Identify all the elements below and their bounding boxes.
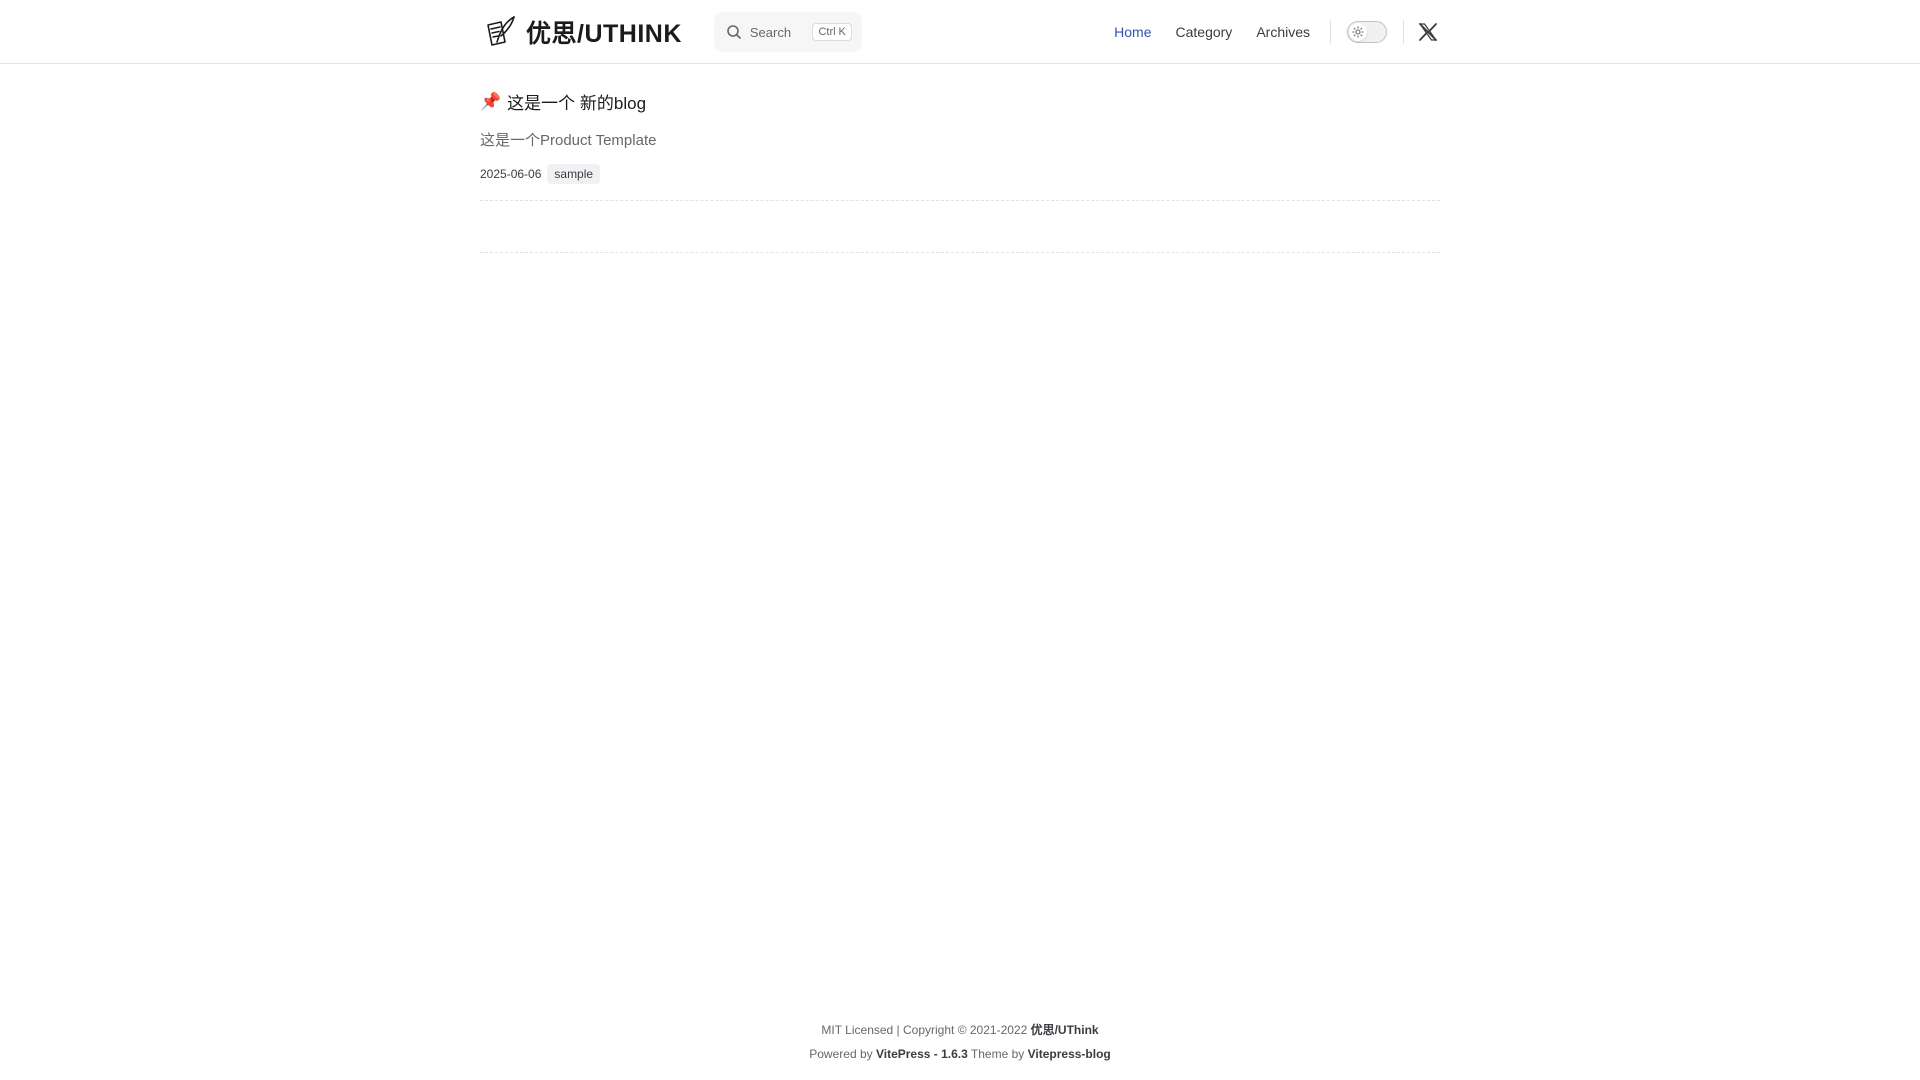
shortcut-key-ctrl: Ctrl	[818, 26, 836, 38]
post-tag[interactable]: sample	[547, 164, 601, 184]
top-nav: 优思/UTHINK Search Ctrl K Home Category Ar…	[0, 0, 1920, 64]
x-twitter-icon	[1418, 23, 1438, 41]
post-meta: 2025-06-06 sample	[480, 164, 1440, 184]
nav-divider-social	[1403, 20, 1404, 44]
shortcut-key-k: K	[838, 26, 846, 38]
toggle-knob	[1349, 23, 1367, 41]
search-label: Search	[749, 24, 792, 40]
post-title-link[interactable]: 📌 这是一个 新的blog	[480, 89, 1440, 114]
nav-link-archives[interactable]: Archives	[1244, 0, 1322, 64]
quill-paper-icon	[482, 14, 518, 50]
post-item: 📌 这是一个 新的blog 这是一个Product Template 2025-…	[480, 64, 1440, 201]
pin-icon: 📌	[480, 92, 502, 111]
sun-icon	[1352, 26, 1364, 38]
nav-menu: Home Category Archives	[1102, 0, 1322, 64]
footer-powered: Powered by VitePress - 1.6.3 Theme by Vi…	[0, 1042, 1920, 1066]
theme-toggle[interactable]	[1347, 21, 1387, 43]
site-footer: MIT Licensed | Copyright © 2021-2022 优思/…	[0, 1018, 1920, 1066]
footer-site-name: 优思/UThink	[1030, 1023, 1099, 1037]
search-button[interactable]: Search Ctrl K	[713, 12, 862, 52]
nav-link-home[interactable]: Home	[1102, 0, 1163, 64]
footer-theme-link[interactable]: Vitepress-blog	[1028, 1047, 1111, 1061]
post-description: 这是一个Product Template	[480, 132, 657, 149]
footer-vitepress-link[interactable]: VitePress - 1.6.3	[876, 1047, 968, 1061]
footer-copyright: MIT Licensed | Copyright © 2021-2022 优思/…	[0, 1018, 1920, 1042]
x-twitter-link[interactable]	[1416, 20, 1440, 44]
site-title: 优思/UTHINK	[526, 20, 682, 48]
nav-divider	[1330, 20, 1331, 44]
footer-theme-text: Theme by	[967, 1047, 1028, 1061]
nav-link-category[interactable]: Category	[1164, 0, 1245, 64]
search-shortcut: Ctrl K	[812, 23, 852, 41]
pagination-area	[480, 201, 1440, 253]
search-icon	[726, 24, 742, 40]
nav-container: 优思/UTHINK Search Ctrl K Home Category Ar…	[480, 0, 1440, 64]
footer-license-text: MIT Licensed | Copyright © 2021-2022	[821, 1023, 1031, 1037]
post-date: 2025-06-06	[480, 167, 542, 181]
brand-link[interactable]: 优思/UTHINK	[480, 0, 682, 64]
main-content: 📌 这是一个 新的blog 这是一个Product Template 2025-…	[480, 64, 1440, 253]
footer-powered-prefix: Powered by	[809, 1047, 876, 1061]
post-title: 这是一个 新的blog	[507, 94, 647, 113]
